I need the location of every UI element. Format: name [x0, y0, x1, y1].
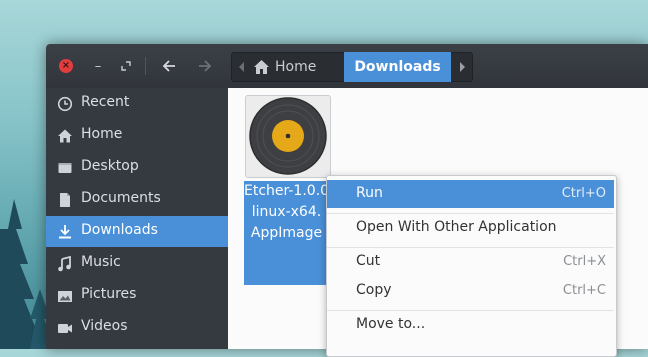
download-icon	[59, 225, 71, 239]
forward-button[interactable]	[196, 57, 214, 75]
sidebar-item-label: Desktop	[81, 158, 139, 174]
video-icon	[58, 324, 72, 333]
menu-item-accelerator: Ctrl+C	[562, 283, 606, 298]
desktop-icon	[58, 163, 72, 173]
path-home-button[interactable]: Home	[254, 53, 344, 81]
sidebar-item-videos[interactable]: Videos	[46, 312, 228, 343]
sidebar-item-recent[interactable]: Recent	[46, 88, 228, 119]
sidebar-item-music[interactable]: Music	[46, 248, 228, 279]
close-button[interactable]: ×	[59, 59, 73, 73]
sidebar-item-label: Music	[81, 254, 121, 270]
menu-item-accelerator: Ctrl+X	[563, 254, 606, 269]
sidebar-item-label: Videos	[81, 318, 128, 334]
context-menu: Run Ctrl+O Open With Other Application C…	[326, 175, 617, 357]
home-icon	[58, 129, 72, 143]
menu-item-label: Copy	[356, 282, 392, 298]
menu-item-run[interactable]: Run Ctrl+O	[327, 180, 614, 208]
sidebar-item-label: Home	[81, 126, 123, 142]
path-bar: Home Downloads	[231, 52, 473, 82]
path-home-label: Home	[275, 59, 317, 75]
menu-item-accelerator: Ctrl+O	[561, 186, 606, 201]
file-item-etcher[interactable]	[245, 95, 331, 178]
file-name-label[interactable]: Etcher-1.0.0- linux-x64. AppImage	[244, 181, 329, 285]
chevron-left-icon	[239, 62, 244, 72]
menu-item-label: Cut	[356, 253, 381, 269]
back-button[interactable]	[160, 57, 178, 75]
music-icon	[58, 256, 71, 272]
file-name-line: AppImage	[250, 225, 323, 241]
menu-item-move-to[interactable]: Move to...	[327, 311, 614, 339]
menu-item-label: Open With Other Application	[356, 219, 557, 235]
arrow-right-icon	[199, 60, 212, 72]
path-scroll-right-button[interactable]	[452, 53, 472, 81]
arrow-left-icon	[162, 60, 175, 72]
document-icon	[60, 193, 70, 207]
sidebar-item-label: Recent	[81, 94, 130, 110]
menu-item-label: Move to...	[356, 316, 426, 332]
places-sidebar: Recent Home Desktop Documents Downloads …	[46, 88, 228, 349]
sidebar-item-pictures[interactable]: Pictures	[46, 280, 228, 311]
minimize-icon: –	[94, 58, 102, 74]
maximize-icon	[121, 61, 131, 71]
file-name-line: linux-x64.	[251, 204, 322, 220]
sidebar-item-home[interactable]: Home	[46, 120, 228, 151]
picture-icon	[58, 291, 72, 302]
maximize-button[interactable]	[119, 58, 133, 74]
path-downloads-label: Downloads	[354, 59, 441, 75]
sidebar-item-label: Documents	[81, 190, 161, 206]
sidebar-item-label: Downloads	[81, 222, 158, 238]
clock-icon	[57, 96, 73, 112]
sidebar-item-documents[interactable]: Documents	[46, 184, 228, 215]
home-icon	[254, 60, 269, 74]
sidebar-item-downloads[interactable]: Downloads	[46, 216, 228, 247]
path-scroll-left-button[interactable]	[232, 53, 252, 81]
vinyl-disc-icon	[249, 97, 327, 175]
chevron-right-icon	[460, 62, 465, 72]
sidebar-item-label: Pictures	[81, 286, 137, 302]
headerbar: × – Home Downloads	[46, 44, 648, 89]
headerbar-separator	[145, 57, 146, 75]
menu-item-cut[interactable]: Cut Ctrl+X	[327, 248, 614, 276]
minimize-button[interactable]: –	[91, 58, 105, 74]
path-downloads-button[interactable]: Downloads	[344, 52, 451, 82]
sidebar-item-desktop[interactable]: Desktop	[46, 152, 228, 183]
menu-item-open-with[interactable]: Open With Other Application	[327, 214, 614, 242]
menu-item-label: Run	[356, 185, 383, 201]
close-icon: ×	[61, 60, 71, 71]
file-name-line: Etcher-1.0.0-	[244, 183, 329, 199]
menu-item-copy[interactable]: Copy Ctrl+C	[327, 277, 614, 305]
